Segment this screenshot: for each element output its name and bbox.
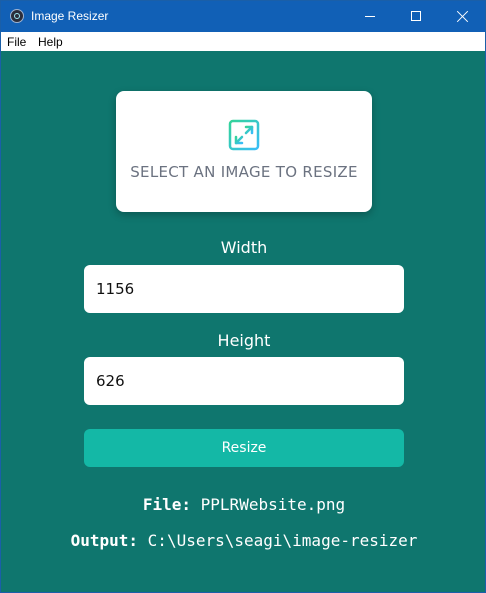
- expand-icon: [228, 119, 260, 151]
- select-image-label: SELECT AN IMAGE TO RESIZE: [130, 163, 358, 181]
- maximize-button[interactable]: [393, 1, 439, 32]
- output-info-value: C:\Users\seagi\image-resizer: [147, 531, 418, 550]
- electron-icon: [10, 9, 24, 23]
- output-info-key: Output:: [70, 531, 139, 550]
- maximize-icon: [411, 11, 421, 21]
- minimize-icon: [365, 16, 375, 17]
- minimize-button[interactable]: [347, 1, 393, 32]
- height-label: Height: [217, 331, 271, 350]
- menu-bar: File Help: [1, 32, 485, 51]
- resize-button[interactable]: Resize: [84, 429, 404, 467]
- output-info: Output: C:\Users\seagi\image-resizer: [1, 531, 485, 550]
- close-icon: [456, 10, 469, 23]
- file-info-value: PPLRWebsite.png: [200, 495, 346, 514]
- menu-item-file[interactable]: File: [7, 35, 26, 49]
- app-window: Image Resizer File Help SELECT AN IMAGE …: [0, 0, 486, 593]
- height-input[interactable]: [84, 357, 404, 405]
- menu-item-help[interactable]: Help: [38, 35, 63, 49]
- file-info-key: File:: [142, 495, 192, 514]
- window-title: Image Resizer: [31, 9, 109, 23]
- close-button[interactable]: [439, 1, 485, 32]
- file-info: File: PPLRWebsite.png: [1, 495, 485, 514]
- title-bar[interactable]: Image Resizer: [1, 1, 485, 32]
- width-label: Width: [220, 238, 268, 257]
- select-image-button[interactable]: SELECT AN IMAGE TO RESIZE: [116, 91, 372, 212]
- width-input[interactable]: [84, 265, 404, 313]
